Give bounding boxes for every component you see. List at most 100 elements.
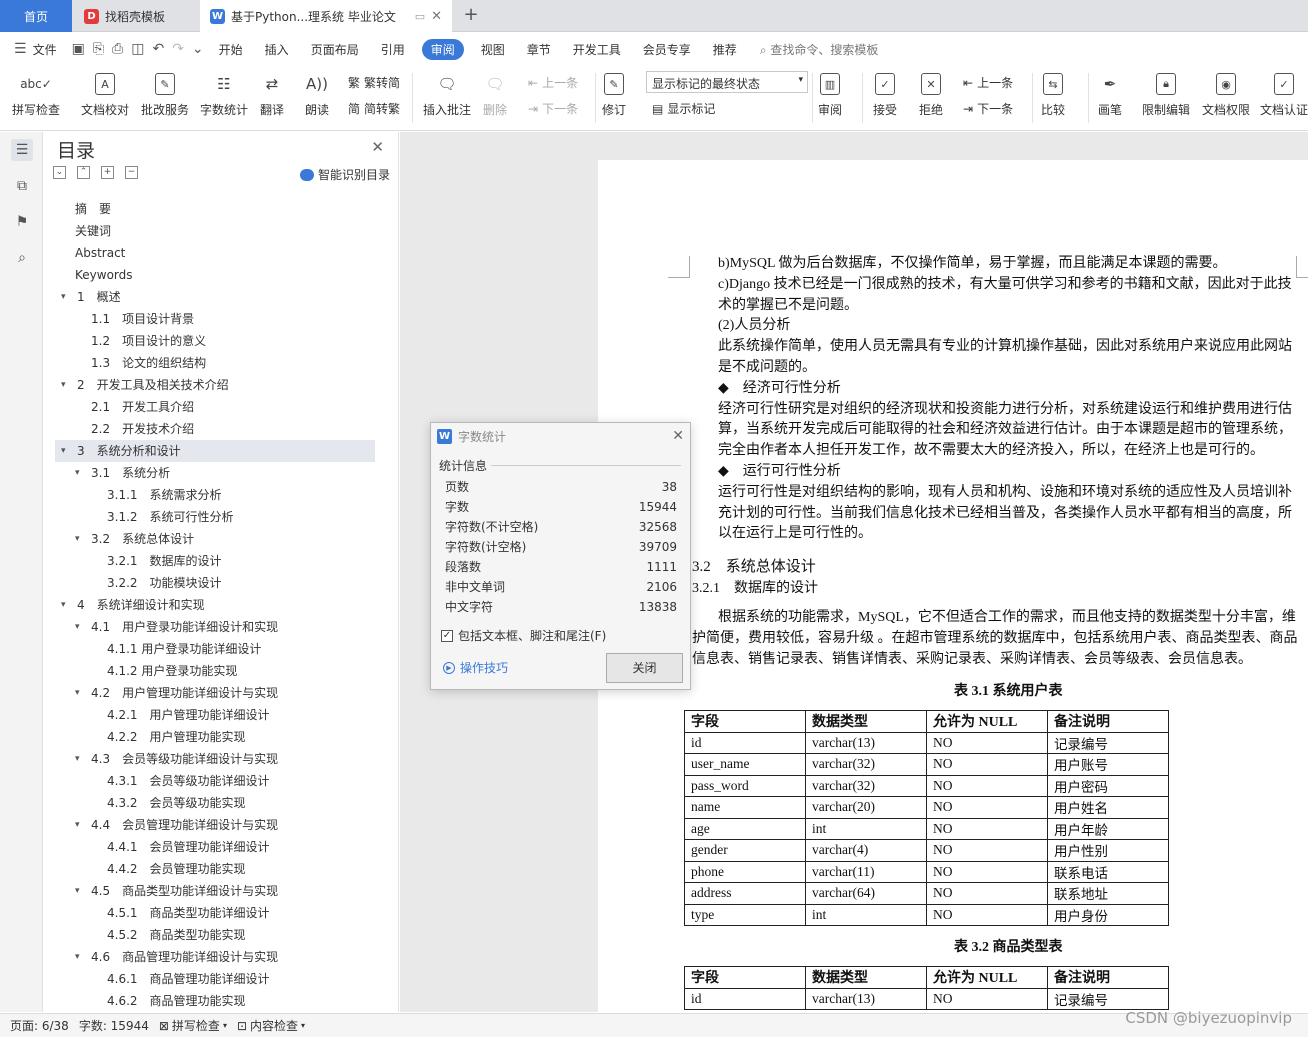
menu-item-member[interactable]: 会员专享 <box>643 41 691 58</box>
prev-comment-button[interactable]: ⇤ 上一条 <box>528 74 578 91</box>
add-heading-icon[interactable]: + <box>101 166 114 179</box>
toc-entry[interactable]: ▾ 4 系统详细设计和实现 <box>55 594 375 616</box>
menu-item-reference[interactable]: 引用 <box>381 41 405 58</box>
accept-button[interactable]: ✓ 接受 <box>873 69 897 127</box>
chevron-down-icon[interactable]: ▾ <box>75 748 80 770</box>
status-spell-check[interactable]: ⊠ 拼写检查 ▾ <box>159 1017 227 1034</box>
toc-entry[interactable]: 4.5.1 商品类型功能详细设计 <box>55 902 375 924</box>
menu-item-layout[interactable]: 页面布局 <box>311 41 359 58</box>
toc-entry[interactable]: 3.1.1 系统需求分析 <box>55 484 375 506</box>
toc-entry[interactable]: ▾ 4.6 商品管理功能详细设计与实现 <box>55 946 375 968</box>
toc-entry[interactable]: 4.1.1 用户登录功能详细设计 <box>55 638 375 660</box>
toc-entry[interactable]: 关键词 <box>55 220 375 242</box>
chevron-down-icon[interactable]: ▾ <box>75 682 80 704</box>
toc-entry[interactable]: 4.4.2 会员管理功能实现 <box>55 858 375 880</box>
status-content-check[interactable]: ⊡ 内容检查 ▾ <box>237 1017 305 1034</box>
chapter-icon[interactable]: ⧉ <box>11 175 33 197</box>
tab-template[interactable]: D 找稻壳模板 <box>74 0 196 32</box>
chevron-down-icon[interactable]: ▾ <box>61 374 66 396</box>
doc-permission-button[interactable]: ◉ 文档权限 <box>1202 69 1250 127</box>
chevron-down-icon[interactable]: ▾ <box>61 440 66 462</box>
restrict-edit-button[interactable]: 🔒︎ 限制编辑 <box>1142 69 1190 127</box>
tab-document[interactable]: W 基于Python...理系统 毕业论文 ▭ ✕ <box>200 0 452 33</box>
toc-entry[interactable]: ▾ 3.1 系统分析 <box>55 462 375 484</box>
remove-heading-icon[interactable]: − <box>125 166 138 179</box>
export-pdf-icon[interactable]: ⎘ <box>93 41 104 57</box>
redo-icon[interactable]: ↷ <box>172 41 184 57</box>
toc-entry[interactable]: 摘 要 <box>55 198 375 220</box>
menu-item-devtools[interactable]: 开发工具 <box>573 41 621 58</box>
chevron-down-icon[interactable]: ▾ <box>75 880 80 902</box>
track-changes-button[interactable]: ✎ 修订 <box>602 69 626 127</box>
chevron-down-icon[interactable]: ▾ <box>75 528 80 550</box>
toc-entry[interactable]: 4.2.2 用户管理功能实现 <box>55 726 375 748</box>
toc-entry[interactable]: 3.1.2 系统可行性分析 <box>55 506 375 528</box>
toc-entry[interactable]: 4.3.1 会员等级功能详细设计 <box>55 770 375 792</box>
toc-entry[interactable]: 4.6.2 商品管理功能实现 <box>55 990 375 1012</box>
insert-comment-button[interactable]: 🗨 插入批注 <box>423 69 471 127</box>
print-icon[interactable]: ⎙ <box>112 41 123 57</box>
next-comment-button[interactable]: ⇥ 下一条 <box>528 100 578 117</box>
save-icon[interactable]: ▣ <box>72 41 85 57</box>
toc-entry[interactable]: 4.5.2 商品类型功能实现 <box>55 924 375 946</box>
search-icon[interactable]: ⌕ <box>11 247 33 269</box>
show-markup-button[interactable]: ▤ 显示标记 <box>652 100 715 117</box>
chevron-down-icon[interactable]: ▾ <box>75 946 80 968</box>
close-icon[interactable]: ✕ <box>431 9 442 24</box>
toc-entry[interactable]: 3.2.1 数据库的设计 <box>55 550 375 572</box>
toc-entry[interactable]: 2.1 开发工具介绍 <box>55 396 375 418</box>
hamburger-icon[interactable]: ☰ <box>14 41 27 57</box>
toc-entry[interactable]: ▾ 2 开发工具及相关技术介绍 <box>55 374 375 396</box>
toc-entry[interactable]: 3.2.2 功能模块设计 <box>55 572 375 594</box>
toc-entry[interactable]: 1.1 项目设计背景 <box>55 308 375 330</box>
tab-restore-icon[interactable]: ▭ <box>415 10 425 23</box>
chevron-down-icon[interactable]: ▾ <box>75 814 80 836</box>
collapse-all-icon[interactable]: ⌄ <box>53 166 66 179</box>
next-change-button[interactable]: ⇥ 下一条 <box>963 100 1013 117</box>
menu-item-start[interactable]: 开始 <box>219 41 243 58</box>
toc-entry[interactable]: ▾ 4.3 会员等级功能详细设计与实现 <box>55 748 375 770</box>
toc-entry[interactable]: Abstract <box>55 242 375 264</box>
trad-to-simp-button[interactable]: 繁繁转简 <box>348 74 400 91</box>
menu-file[interactable]: 文件 <box>33 41 57 58</box>
toc-entry[interactable]: ▾ 4.4 会员管理功能详细设计与实现 <box>55 814 375 836</box>
smart-toc-button[interactable]: 智能识别目录 <box>299 166 390 183</box>
toc-entry[interactable]: Keywords <box>55 264 375 286</box>
close-button[interactable]: 关闭 <box>606 653 683 683</box>
toc-entry[interactable]: ▾ 3 系统分析和设计 <box>55 440 375 462</box>
pen-button[interactable]: ✒ 画笔 <box>1097 69 1123 127</box>
chevron-down-icon[interactable]: ▾ <box>61 286 66 308</box>
toc-entry[interactable]: 1.3 论文的组织结构 <box>55 352 375 374</box>
doc-proof-button[interactable]: A 文档校对 <box>81 69 129 127</box>
bookmark-icon[interactable]: ⚑ <box>11 211 33 233</box>
new-tab-button[interactable]: + <box>460 4 482 25</box>
toc-entry[interactable]: 4.2.1 用户管理功能详细设计 <box>55 704 375 726</box>
document-page[interactable]: b)MySQL 做为后台数据库，不仅操作简单，易于掌握，而且能满足本课题的需要。… <box>598 160 1308 1040</box>
toc-entry[interactable]: ▾ 1 概述 <box>55 286 375 308</box>
page-indicator[interactable]: 页面: 6/38 <box>10 1017 69 1034</box>
menu-item-chapter[interactable]: 章节 <box>527 41 551 58</box>
prev-change-button[interactable]: ⇤ 上一条 <box>963 74 1013 91</box>
toc-panel-icon[interactable]: ☰ <box>11 139 33 161</box>
spell-check-button[interactable]: abc✓ 拼写检查 <box>12 69 60 127</box>
command-search[interactable]: ⌕ 查找命令、搜索模板 <box>760 41 879 58</box>
word-count-button[interactable]: ☷ 字数统计 <box>200 69 248 127</box>
preview-icon[interactable]: ◫ <box>131 41 144 57</box>
menu-item-review[interactable]: 审阅 <box>421 38 464 60</box>
tab-home[interactable]: 首页 <box>0 0 72 32</box>
toc-entry[interactable]: 1.2 项目设计的意义 <box>55 330 375 352</box>
word-count-indicator[interactable]: 字数: 15944 <box>79 1017 149 1034</box>
chevron-down-icon[interactable]: ▾ <box>75 462 80 484</box>
toc-entry[interactable]: 4.4.1 会员管理功能详细设计 <box>55 836 375 858</box>
delete-comment-button[interactable]: 🗨 删除 <box>482 69 508 127</box>
toc-entry[interactable]: 2.2 开发技术介绍 <box>55 418 375 440</box>
toc-entry[interactable]: ▾ 4.1 用户登录功能详细设计和实现 <box>55 616 375 638</box>
undo-icon[interactable]: ↶ <box>152 41 164 57</box>
menu-item-recommend[interactable]: 推荐 <box>713 41 737 58</box>
toc-entry[interactable]: 4.6.1 商品管理功能详细设计 <box>55 968 375 990</box>
toc-entry[interactable]: 4.3.2 会员等级功能实现 <box>55 792 375 814</box>
chevron-down-icon[interactable]: ▾ <box>75 616 80 638</box>
toc-entry[interactable]: 4.1.2 用户登录功能实现 <box>55 660 375 682</box>
close-icon[interactable]: ✕ <box>672 428 684 444</box>
review-pane-button[interactable]: ▥ 审阅 <box>818 69 842 127</box>
